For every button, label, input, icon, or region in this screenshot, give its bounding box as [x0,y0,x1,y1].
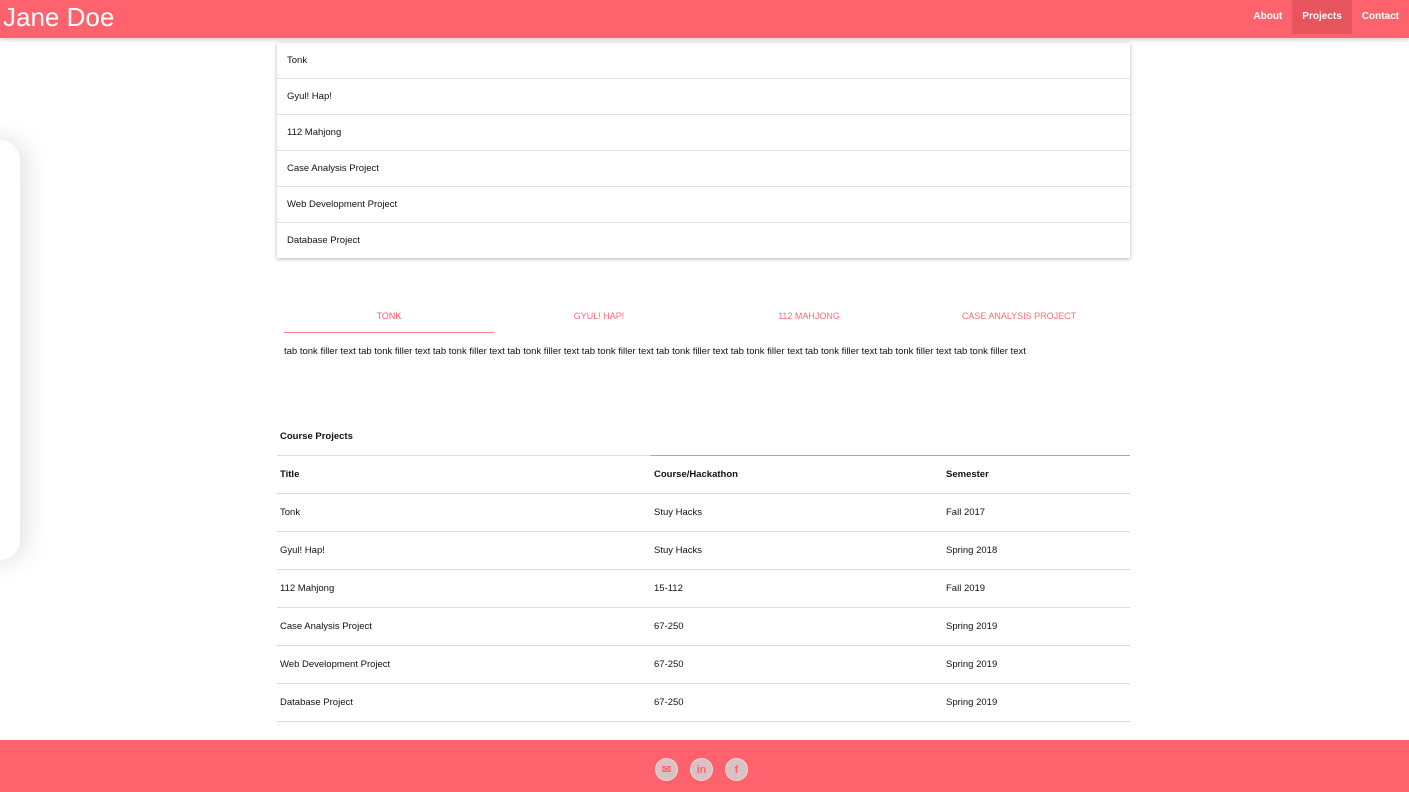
nav-link-about[interactable]: About [1243,0,1292,34]
cell-course: Stuy Hacks [651,531,943,570]
tab-gyul-hap[interactable]: GYUL! HAP! [494,303,704,333]
course-projects-section: Course Projects Title Course/Hackathon S… [277,418,1130,722]
brand-logo-link[interactable]: Jane Doe [3,0,114,34]
cell-title: Gyul! Hap! [277,531,651,570]
nav-link-projects[interactable]: Projects [1292,0,1352,34]
collection-item-web-development[interactable]: Web Development Project [277,187,1130,223]
linkedin-icon[interactable]: in [690,758,713,781]
cell-semester: Spring 2019 [943,607,1130,646]
table-row: Tonk Stuy Hacks Fall 2017 [277,493,1130,532]
course-projects-table: Title Course/Hackathon Semester Tonk Stu… [277,456,1130,722]
cell-title: Web Development Project [277,645,651,684]
cell-course: 15-112 [651,569,943,608]
table-row: 112 Mahjong 15-112 Fall 2019 [277,569,1130,608]
cell-course: 67-250 [651,645,943,684]
nav-link-contact[interactable]: Contact [1352,0,1409,34]
cell-semester: Spring 2018 [943,531,1130,570]
side-nav-edge [0,140,20,560]
facebook-icon[interactable]: f [725,758,748,781]
nav-links: About Projects Contact [1243,0,1409,34]
project-tabs: TONK GYUL! HAP! 112 MAHJONG CASE ANALYSI… [284,303,1124,333]
column-header-semester: Semester [943,456,1130,494]
email-icon[interactable]: ✉ [655,758,678,781]
tab-case-analysis[interactable]: CASE ANALYSIS PROJECT [914,303,1124,333]
cell-course: 67-250 [651,607,943,646]
table-caption: Course Projects [277,418,1130,456]
cell-semester: Fall 2019 [943,569,1130,608]
cell-title: Tonk [277,493,651,532]
collection-item-gyul-hap[interactable]: Gyul! Hap! [277,79,1130,115]
cell-semester: Spring 2019 [943,645,1130,684]
cell-title: 112 Mahjong [277,569,651,608]
table-row: Gyul! Hap! Stuy Hacks Spring 2018 [277,531,1130,570]
project-collection: Tonk Gyul! Hap! 112 Mahjong Case Analysi… [277,43,1130,258]
collection-item-tonk[interactable]: Tonk [277,43,1130,79]
collection-item-database[interactable]: Database Project [277,223,1130,258]
table-header-row: Title Course/Hackathon Semester [277,456,1130,494]
tab-112-mahjong[interactable]: 112 MAHJONG [704,303,914,333]
table-row: Web Development Project 67-250 Spring 20… [277,645,1130,684]
column-header-title: Title [277,456,651,494]
cell-title: Case Analysis Project [277,607,651,646]
table-row: Case Analysis Project 67-250 Spring 2019 [277,607,1130,646]
collection-item-case-analysis[interactable]: Case Analysis Project [277,151,1130,187]
social-links: ✉ in f [655,758,748,781]
column-header-course: Course/Hackathon [651,456,943,494]
tab-tonk[interactable]: TONK [284,303,494,333]
page-footer: ✉ in f [0,740,1409,792]
table-row: Database Project 67-250 Spring 2019 [277,683,1130,722]
collection-item-112-mahjong[interactable]: 112 Mahjong [277,115,1130,151]
cell-semester: Spring 2019 [943,683,1130,722]
cell-course: 67-250 [651,683,943,722]
cell-course: Stuy Hacks [651,493,943,532]
cell-title: Database Project [277,683,651,722]
tab-content-text: tab tonk filler text tab tonk filler tex… [284,346,1026,357]
top-navbar: Jane Doe About Projects Contact [0,0,1409,38]
cell-semester: Fall 2017 [943,493,1130,532]
